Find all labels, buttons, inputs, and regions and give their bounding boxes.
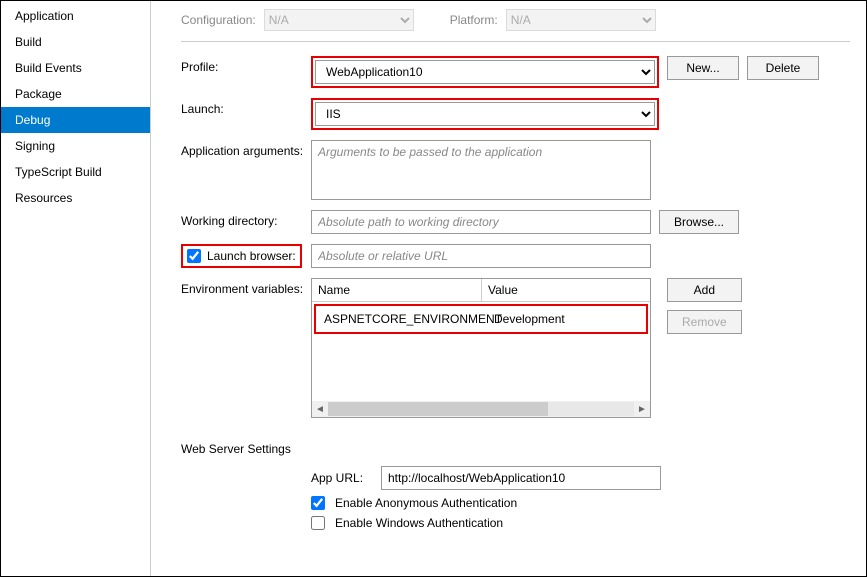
config-platform-bar: Configuration: N/A Platform: N/A	[181, 1, 850, 42]
env-row-value: Development	[488, 308, 571, 330]
launch-label: Launch:	[181, 98, 311, 116]
launch-browser-input[interactable]	[311, 244, 651, 268]
win-auth-label: Enable Windows Authentication	[335, 516, 503, 530]
anon-auth-label: Enable Anonymous Authentication	[335, 496, 517, 510]
env-vars-label: Environment variables:	[181, 278, 311, 296]
app-url-input[interactable]	[381, 466, 661, 490]
scroll-left-icon[interactable]: ◄	[312, 404, 328, 415]
delete-button[interactable]: Delete	[747, 56, 819, 80]
web-server-settings-label: Web Server Settings	[181, 428, 850, 460]
working-dir-input[interactable]	[311, 210, 651, 234]
app-args-input[interactable]	[311, 140, 651, 200]
main-panel: Configuration: N/A Platform: N/A Profile…	[151, 1, 866, 576]
app-args-label: Application arguments:	[181, 140, 311, 158]
configuration-select: N/A	[264, 9, 414, 31]
sidebar-item-package[interactable]: Package	[1, 81, 150, 107]
new-button[interactable]: New...	[667, 56, 739, 80]
launch-select[interactable]: IIS	[315, 102, 655, 126]
win-auth-checkbox[interactable]	[311, 516, 325, 530]
scroll-right-icon[interactable]: ►	[634, 404, 650, 415]
sidebar-item-build[interactable]: Build	[1, 29, 150, 55]
env-row-name: ASPNETCORE_ENVIRONMENT	[318, 308, 488, 330]
sidebar-item-debug[interactable]: Debug	[1, 107, 150, 133]
launch-browser-checkbox[interactable]	[187, 249, 201, 263]
sidebar-item-signing[interactable]: Signing	[1, 133, 150, 159]
configuration-label: Configuration:	[181, 13, 256, 27]
sidebar-item-application[interactable]: Application	[1, 3, 150, 29]
add-button[interactable]: Add	[667, 278, 742, 302]
profile-label: Profile:	[181, 56, 311, 74]
sidebar: Application Build Build Events Package D…	[1, 1, 151, 576]
working-dir-label: Working directory:	[181, 210, 311, 228]
app-url-label: App URL:	[311, 471, 371, 485]
browse-button[interactable]: Browse...	[659, 210, 739, 234]
sidebar-item-build-events[interactable]: Build Events	[1, 55, 150, 81]
remove-button: Remove	[667, 310, 742, 334]
sidebar-item-typescript-build[interactable]: TypeScript Build	[1, 159, 150, 185]
platform-label: Platform:	[450, 13, 498, 27]
env-horizontal-scrollbar[interactable]: ◄ ►	[312, 401, 650, 417]
profile-select[interactable]: WebApplication10	[315, 60, 655, 84]
env-vars-table[interactable]: Name Value ASPNETCORE_ENVIRONMENT Develo…	[311, 278, 651, 418]
sidebar-item-resources[interactable]: Resources	[1, 185, 150, 211]
table-row[interactable]: ASPNETCORE_ENVIRONMENT Development	[318, 308, 644, 330]
anon-auth-checkbox[interactable]	[311, 496, 325, 510]
env-col-name: Name	[312, 279, 482, 301]
env-col-value: Value	[482, 279, 650, 301]
platform-select: N/A	[506, 9, 656, 31]
launch-browser-label: Launch browser:	[207, 249, 296, 263]
